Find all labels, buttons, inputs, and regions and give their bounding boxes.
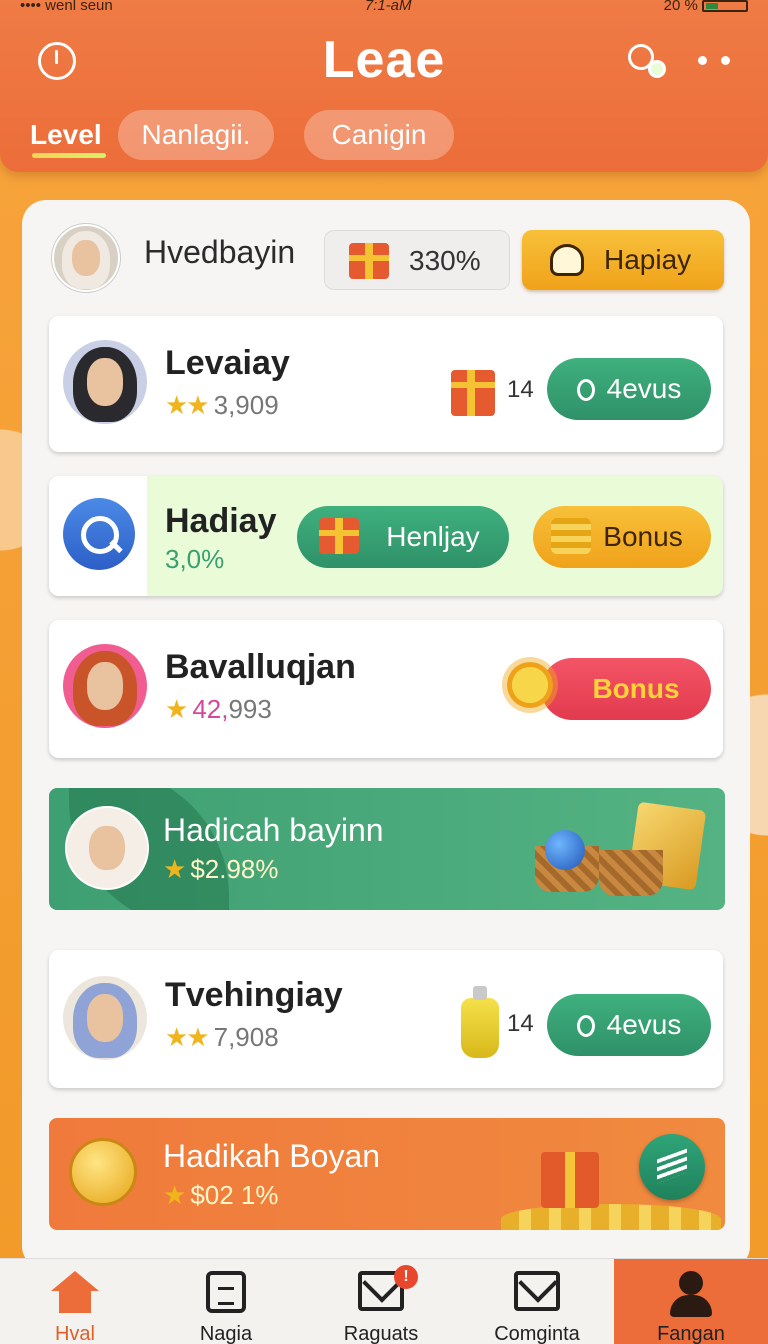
bottom-nav: Hval Nagia ! Raguats Comginta Fangan — [0, 1258, 768, 1344]
button-label: 4evus — [606, 373, 682, 404]
banner-value: $02 1% — [190, 1180, 279, 1210]
button-label: 4evus — [606, 1009, 682, 1040]
more-options-icon[interactable] — [698, 50, 738, 70]
nav-label: Comginta — [494, 1323, 580, 1344]
star-icon: ★ — [163, 1180, 186, 1210]
app-header: •••• wenl seun 7:1-aM 20 % Leae Level Na… — [0, 0, 768, 172]
item-name: Hadiay — [165, 502, 277, 540]
banner-title: Hadikah Boyan — [163, 1138, 381, 1174]
nav-label: Nagia — [199, 1323, 253, 1344]
hapiay-label: Hapiay — [604, 244, 692, 275]
stack-icon[interactable] — [639, 1134, 705, 1200]
search-icon — [63, 498, 135, 570]
gift-icon — [349, 243, 389, 279]
user-star-icon — [550, 244, 584, 276]
user-icon — [668, 1271, 714, 1317]
gift-icon — [319, 518, 359, 554]
battery-status: 20 % — [664, 0, 748, 14]
home-icon — [51, 1271, 99, 1313]
icon-cell — [49, 476, 147, 596]
item-name: Levaiay — [165, 344, 290, 382]
avatar — [63, 976, 147, 1060]
banner-title: Hadicah bayinn — [163, 812, 384, 848]
star-icon: ★ — [163, 854, 186, 884]
hapiay-button[interactable]: Hapiay — [522, 230, 724, 290]
nav-item-nagia[interactable]: Nagia — [150, 1259, 302, 1344]
user-summary-row: Hvedbayin 330% Hapiay — [22, 200, 750, 300]
basket-icon — [599, 850, 663, 896]
promo-banner[interactable]: Hadikah Boyan ★ $02 1% — [49, 1118, 725, 1230]
coin-icon — [69, 1138, 137, 1206]
item-value: 7,908 — [213, 1022, 279, 1052]
banner-value: $2.98% — [190, 854, 279, 884]
item-value: 3,909 — [213, 390, 279, 420]
status-time: 7:1-aM — [364, 0, 412, 14]
banner-rating: ★ $2.98% — [163, 854, 279, 885]
avatar — [63, 644, 147, 728]
banner-rating: ★ $02 1% — [163, 1180, 279, 1211]
coin-pile-decoration — [501, 1204, 721, 1230]
nav-label: Fangan — [657, 1323, 725, 1344]
status-bar: •••• wenl seun 7:1-aM 20 % — [0, 0, 768, 14]
avatar — [65, 806, 149, 890]
notification-badge: ! — [394, 1265, 418, 1289]
percent-value: 330% — [409, 245, 481, 276]
gift-icon — [541, 1152, 599, 1208]
henljay-button[interactable]: Henljay — [297, 506, 509, 568]
nav-label: Hval — [54, 1323, 95, 1344]
item-rating: ★★ 7,908 — [165, 1022, 279, 1053]
refresh-icon — [576, 379, 595, 401]
promo-banner[interactable]: Hadicah bayinn ★ $2.98% — [49, 788, 725, 910]
nav-item-raguats[interactable]: ! Raguats — [302, 1259, 460, 1344]
nav-item-hval[interactable]: Hval — [0, 1259, 150, 1344]
list-item[interactable]: Bavalluqjan ★ 42,993 Bonus — [49, 620, 723, 758]
button-label: Bonus — [603, 521, 683, 552]
star-icon: ★★ — [165, 390, 210, 420]
star-icon: ★★ — [165, 1022, 210, 1052]
user-name: Hvedbayin — [144, 234, 296, 270]
battery-text: 20 % — [663, 0, 698, 14]
gift-icon — [451, 370, 495, 416]
refresh-icon — [576, 1015, 595, 1037]
clipboard-icon — [206, 1271, 246, 1313]
percent-chip: 330% — [324, 230, 510, 290]
search-icon[interactable] — [626, 42, 672, 82]
item-value-highlight: 42, — [192, 694, 229, 724]
nav-item-fangan[interactable]: Fangan — [614, 1259, 768, 1344]
item-value: 993 — [228, 694, 272, 724]
star-icon: ★ — [165, 694, 188, 724]
button-label: Bonus — [592, 673, 680, 704]
bonus-button[interactable]: Bonus — [541, 658, 711, 720]
carrier-text: •••• wenl seun — [20, 0, 113, 14]
4evus-button[interactable]: 4evus — [547, 358, 711, 420]
item-count: 14 — [507, 376, 534, 403]
bottle-icon — [461, 986, 499, 1058]
list-item[interactable]: Tvehingiay ★★ 7,908 14 4evus — [49, 950, 723, 1088]
item-rating: ★★ 3,909 — [165, 390, 279, 421]
item-name: Tvehingiay — [165, 976, 343, 1014]
tab-canigin[interactable]: Canigin — [304, 110, 454, 160]
button-label: Henljay — [386, 521, 480, 552]
bonus-button[interactable]: Bonus — [533, 506, 711, 568]
nav-item-comginta[interactable]: Comginta — [460, 1259, 614, 1344]
item-name: Bavalluqjan — [165, 648, 356, 686]
nav-label: Raguats — [343, 1323, 419, 1344]
item-count: 14 — [507, 1010, 534, 1037]
coins-icon — [551, 518, 591, 554]
list-item[interactable]: Levaiay ★★ 3,909 14 4evus — [49, 316, 723, 452]
envelope-icon — [514, 1271, 560, 1311]
tab-nanlagii[interactable]: Nanlagii. — [118, 110, 274, 160]
list-item[interactable]: Hadiay 3,0% Henljay Bonus — [49, 476, 723, 596]
globe-icon — [545, 830, 585, 870]
item-rating: ★ 42,993 — [165, 694, 272, 725]
avatar — [63, 340, 147, 424]
avatar[interactable] — [52, 224, 120, 292]
4evus-button[interactable]: 4evus — [547, 994, 711, 1056]
item-value: 3,0% — [165, 544, 225, 574]
coin-burst-icon — [507, 662, 553, 708]
battery-icon — [702, 0, 748, 12]
tab-level[interactable]: Level — [30, 110, 110, 160]
